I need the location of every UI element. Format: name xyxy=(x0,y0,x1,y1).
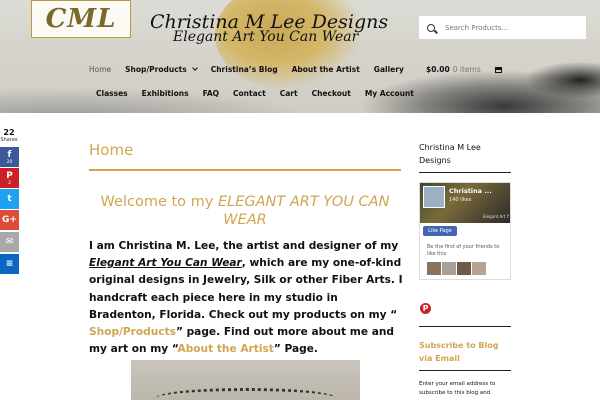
nav-checkout[interactable]: Checkout xyxy=(312,89,351,98)
facebook-likes: 140 likes xyxy=(449,197,472,203)
facebook-share-count: 20 xyxy=(6,159,13,165)
product-search[interactable] xyxy=(419,16,586,39)
jewelry-photo xyxy=(131,360,360,400)
chevron-down-icon xyxy=(191,65,198,71)
primary-nav: Home Shop/Products Christina’s Blog Abou… xyxy=(89,65,418,74)
facebook-page-subtitle: Elegant Art Y xyxy=(483,214,510,219)
sidebar-divider xyxy=(419,326,511,327)
title-divider xyxy=(89,169,401,171)
nav-blog[interactable]: Christina’s Blog xyxy=(211,65,278,74)
nav-about-artist[interactable]: About the Artist xyxy=(292,65,360,74)
facebook-page-thumbnail xyxy=(423,186,445,208)
about-artist-link[interactable]: About the Artist xyxy=(178,343,274,355)
nav-cart[interactable]: Cart xyxy=(280,89,298,98)
intro-brand: Elegant Art You Can Wear xyxy=(89,257,242,270)
necklace-strand xyxy=(156,388,336,400)
facebook-icon: f xyxy=(7,149,12,160)
sidebar-title: Christina M Lee Designs xyxy=(419,143,481,165)
avatar xyxy=(427,262,441,275)
intro-text-1: I am Christina M. Lee, the artist and de… xyxy=(89,240,399,252)
nav-shop-products-label: Shop/Products xyxy=(125,65,187,74)
avatar xyxy=(457,262,471,275)
sidebar-divider xyxy=(419,172,511,173)
facebook-page-name[interactable]: Christina ... xyxy=(449,187,492,195)
nav-home[interactable]: Home xyxy=(89,65,111,74)
facebook-like-label: Like Page xyxy=(428,228,452,234)
share-count-number: 22 xyxy=(3,128,15,137)
nav-shop-products[interactable]: Shop/Products xyxy=(125,65,198,74)
facebook-cover: Christina ... 140 likes Elegant Art Y xyxy=(420,183,510,223)
intro-paragraph: I am Christina M. Lee, the artist and de… xyxy=(89,238,407,358)
logo-text: CML xyxy=(45,4,117,34)
avatar xyxy=(472,262,486,275)
search-input[interactable] xyxy=(445,23,575,32)
facebook-friend-avatars xyxy=(427,262,487,275)
facebook-page-widget[interactable]: Christina ... 140 likes Elegant Art Y Li… xyxy=(419,182,511,280)
site-logo[interactable]: CML xyxy=(31,0,131,38)
twitter-icon: t xyxy=(7,194,12,204)
welcome-prefix: Welcome to my xyxy=(100,194,218,210)
intro-text-4: ” Page. xyxy=(273,343,318,356)
site-tagline: Elegant Art You Can Wear xyxy=(173,29,359,45)
twitter-share-button[interactable]: t xyxy=(0,189,19,209)
cart-amount: $0.00 xyxy=(426,65,450,74)
search-icon xyxy=(427,23,435,32)
googleplus-share-button[interactable]: G+ xyxy=(0,210,19,230)
facebook-share-button[interactable]: f 20 xyxy=(0,147,19,167)
basket-icon xyxy=(494,66,502,73)
share-count: 22 Shares xyxy=(0,128,18,143)
googleplus-icon: G+ xyxy=(2,215,17,225)
welcome-emphasis: ELEGANT ART YOU CAN WEAR xyxy=(217,194,390,228)
shop-products-link[interactable]: Shop/Products xyxy=(89,326,176,338)
subscribe-description: Enter your email address to subscribe to… xyxy=(419,381,496,396)
header-cart[interactable]: $0.00 0 items xyxy=(426,65,502,74)
pinterest-share-count: 2 xyxy=(8,180,11,186)
welcome-heading: Welcome to my ELEGANT ART YOU CAN WEAR xyxy=(89,193,401,229)
avatar xyxy=(442,262,456,275)
sumo-share-button[interactable]: ≡ xyxy=(0,254,19,274)
secondary-nav: Classes Exhibitions FAQ Contact Cart Che… xyxy=(96,89,428,98)
nav-exhibitions[interactable]: Exhibitions xyxy=(142,89,189,98)
sumo-icon: ≡ xyxy=(5,259,14,269)
pinterest-icon[interactable]: P xyxy=(420,303,431,314)
nav-classes[interactable]: Classes xyxy=(96,89,128,98)
facebook-like-button[interactable]: Like Page xyxy=(423,226,457,236)
nav-my-account[interactable]: My Account xyxy=(365,89,414,98)
page-title: Home xyxy=(89,141,134,159)
email-icon: ✉ xyxy=(5,237,14,247)
pinterest-share-button[interactable]: P 2 xyxy=(0,168,19,188)
site-header: CML Christina M Lee Designs Elegant Art … xyxy=(0,0,600,113)
cart-items: 0 items xyxy=(452,65,481,74)
nav-contact[interactable]: Contact xyxy=(233,89,266,98)
email-share-button[interactable]: ✉ xyxy=(0,232,19,252)
share-count-label: Shares xyxy=(0,137,18,143)
sidebar-divider xyxy=(419,370,511,371)
nav-gallery[interactable]: Gallery xyxy=(374,65,404,74)
subscribe-title: Subscribe to Blog via Email xyxy=(419,341,499,363)
pinterest-icon: P xyxy=(6,170,13,181)
header-paint-texture xyxy=(520,60,600,100)
nav-faq[interactable]: FAQ xyxy=(203,89,219,98)
facebook-friends-text: Be the first of your friends to like thi… xyxy=(427,244,500,257)
